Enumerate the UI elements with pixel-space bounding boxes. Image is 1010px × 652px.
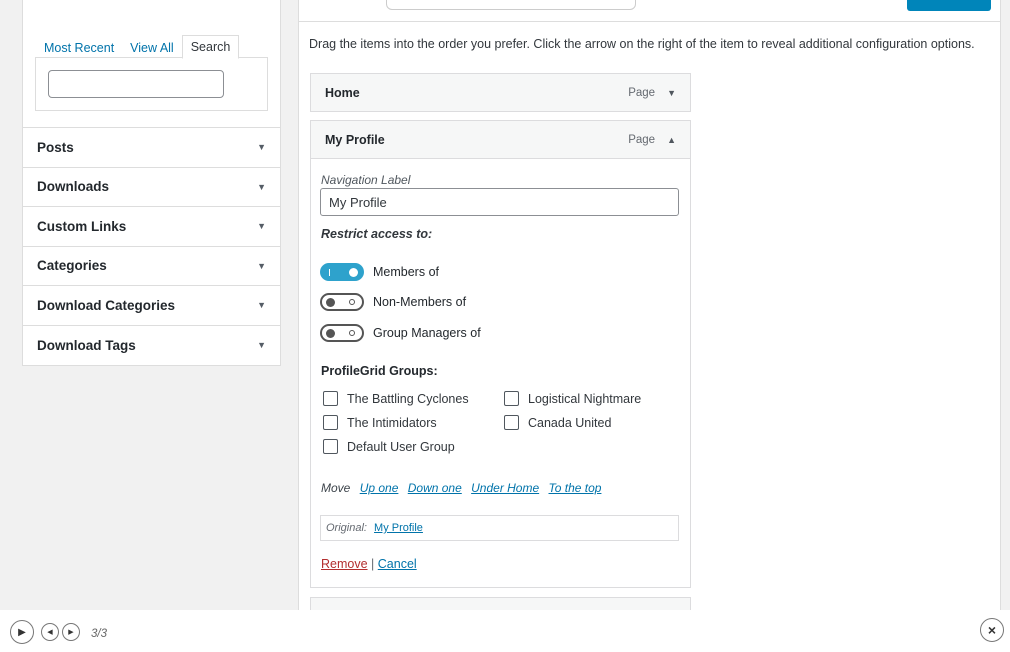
accordion-download-categories[interactable]: Download Categories ▼ xyxy=(23,286,280,326)
accordion-categories[interactable]: Categories ▼ xyxy=(23,247,280,286)
search-tab-panel xyxy=(35,57,268,111)
move-links: Move Up one Down one Under Home To the t… xyxy=(321,481,601,495)
group-checkbox[interactable]: The Battling Cyclones xyxy=(323,391,469,406)
original-label: Original: xyxy=(326,522,367,534)
checkbox[interactable] xyxy=(323,439,338,454)
triangle-down-icon: ▼ xyxy=(257,260,266,271)
move-up-one-link[interactable]: Up one xyxy=(360,481,399,495)
next-icon[interactable]: ▶ xyxy=(62,623,80,641)
accordion-label: Download Categories xyxy=(37,297,176,313)
checkbox[interactable] xyxy=(323,391,338,406)
checkbox[interactable] xyxy=(504,415,519,430)
item-actions: Remove | Cancel xyxy=(321,557,417,571)
checkbox[interactable] xyxy=(504,391,519,406)
non-members-toggle[interactable] xyxy=(320,293,364,311)
triangle-down-icon: ▼ xyxy=(257,221,266,232)
accordion-download-tags[interactable]: Download Tags ▼ xyxy=(23,326,280,366)
toggle-label: Members of xyxy=(373,265,439,279)
restrict-access-title: Restrict access to: xyxy=(321,227,433,241)
cancel-link[interactable]: Cancel xyxy=(378,557,417,571)
original-link[interactable]: My Profile xyxy=(374,522,423,534)
tab-most-recent[interactable]: Most Recent xyxy=(36,37,122,59)
accordion-custom-links[interactable]: Custom Links ▼ xyxy=(23,207,280,247)
search-input[interactable] xyxy=(48,70,224,98)
group-checkbox[interactable]: Default User Group xyxy=(323,439,455,454)
accordion-downloads[interactable]: Downloads ▼ xyxy=(23,168,280,207)
remove-link[interactable]: Remove xyxy=(321,557,368,571)
accordion-label: Download Tags xyxy=(37,337,136,353)
triangle-down-icon: ▼ xyxy=(257,340,266,351)
slide-counter: 3/3 xyxy=(91,628,107,640)
triangle-down-icon: ▼ xyxy=(257,181,266,192)
triangle-up-icon[interactable]: ▲ xyxy=(667,135,676,145)
original-link-box: Original: My Profile xyxy=(320,515,679,541)
group-checkbox[interactable]: Canada United xyxy=(504,415,611,430)
menu-item-title: Home xyxy=(325,85,360,100)
group-managers-toggle[interactable] xyxy=(320,324,364,342)
menu-item-next[interactable] xyxy=(310,597,691,610)
menu-name-field[interactable] xyxy=(386,0,636,10)
move-label: Move xyxy=(321,481,351,495)
members-toggle[interactable] xyxy=(320,263,364,281)
group-checkbox[interactable]: Logistical Nightmare xyxy=(504,391,641,406)
triangle-down-icon[interactable]: ▼ xyxy=(667,88,676,98)
accordion-label: Custom Links xyxy=(37,218,127,234)
tab-view-all[interactable]: View All xyxy=(122,37,182,59)
checkbox-label: Logistical Nightmare xyxy=(528,391,642,406)
menu-item-type: Page xyxy=(628,133,656,146)
toggle-label: Group Managers of xyxy=(373,326,481,340)
save-menu-button[interactable] xyxy=(907,0,991,11)
toggle-row-non-members: Non-Members of xyxy=(320,293,466,311)
navigation-label-input[interactable] xyxy=(320,188,679,216)
toggle-row-group-managers: Group Managers of xyxy=(320,324,481,342)
play-icon[interactable]: ▶ xyxy=(10,620,34,644)
close-icon[interactable]: × xyxy=(980,618,1004,642)
move-under-home-link[interactable]: Under Home xyxy=(471,481,539,495)
checkbox-label: The Battling Cyclones xyxy=(347,391,469,406)
accordion-label: Categories xyxy=(37,258,107,274)
accordion-posts[interactable]: Posts ▼ xyxy=(23,128,280,168)
move-down-one-link[interactable]: Down one xyxy=(408,481,462,495)
menu-item-title: My Profile xyxy=(325,132,385,147)
toggle-label: Non-Members of xyxy=(373,295,467,309)
menu-item-home[interactable]: Home Page ▼ xyxy=(310,73,691,112)
player-bar: ▶ ◀ ▶ 3/3 × xyxy=(0,610,1010,652)
checkbox-label: Default User Group xyxy=(347,439,455,454)
menu-header xyxy=(299,0,1000,22)
item-tabs: Most Recent View All Search xyxy=(36,35,240,59)
tab-search[interactable]: Search xyxy=(181,35,240,59)
previous-icon[interactable]: ◀ xyxy=(41,623,59,641)
triangle-down-icon: ▼ xyxy=(257,142,266,153)
menu-structure-panel: Drag the items into the order you prefer… xyxy=(298,0,1001,610)
accordion-label: Downloads xyxy=(37,179,110,195)
instructions: Drag the items into the order you prefer… xyxy=(309,37,975,51)
separator: | xyxy=(371,557,375,571)
group-checkbox[interactable]: The Intimidators xyxy=(323,415,437,430)
menu-item-settings: Navigation Label Restrict access to: Mem… xyxy=(310,158,691,588)
profilegrid-groups-title: ProfileGrid Groups: xyxy=(321,364,438,378)
checkbox-label: Canada United xyxy=(528,415,612,430)
accordion-label: Posts xyxy=(37,139,74,155)
move-to-top-link[interactable]: To the top xyxy=(549,481,602,495)
menu-item-type: Page xyxy=(628,86,656,99)
accordion: Posts ▼ Downloads ▼ Custom Links ▼ Categ… xyxy=(22,127,281,366)
checkbox-label: The Intimidators xyxy=(347,415,437,430)
menu-item-my-profile[interactable]: My Profile Page ▲ xyxy=(310,120,691,159)
navigation-label-caption: Navigation Label xyxy=(321,173,411,187)
triangle-down-icon: ▼ xyxy=(257,300,266,311)
checkbox[interactable] xyxy=(323,415,338,430)
menu-items-panel: Most Recent View All Search xyxy=(22,0,281,128)
toggle-row-members: Members of xyxy=(320,263,439,281)
